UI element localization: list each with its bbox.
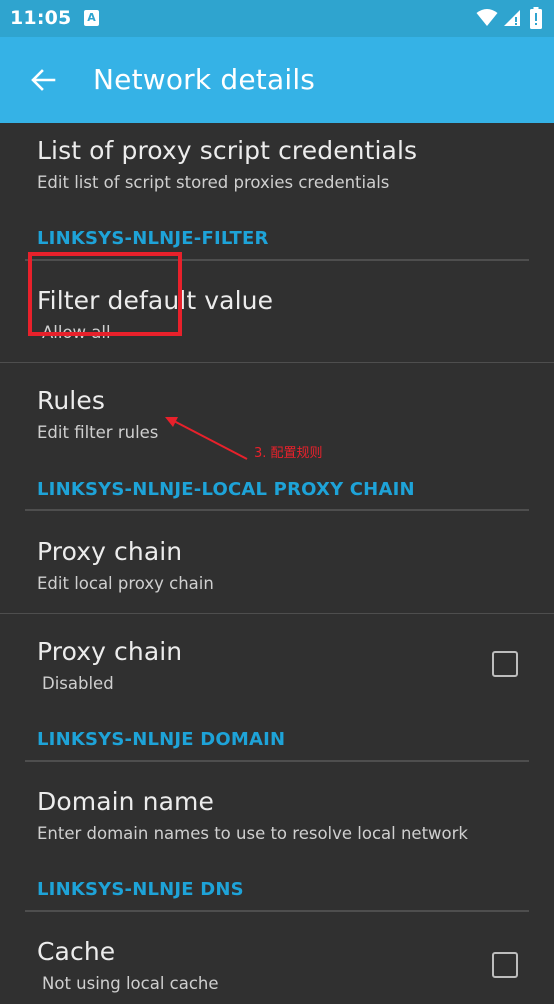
category-divider [25, 509, 529, 511]
pref-summary: Edit filter rules [37, 423, 159, 442]
status-bar: 11:05 A [0, 0, 554, 37]
annotation-label: 3. 配置规则 [254, 446, 323, 461]
proxy-chain-checkbox[interactable] [492, 651, 518, 677]
back-button[interactable] [24, 61, 62, 99]
pref-proxy-chain-edit[interactable]: Proxy chain Edit local proxy chain [0, 513, 554, 613]
category-domain: LINKSYS-NLNJE DOMAIN [37, 729, 286, 750]
signal-icon [504, 10, 520, 26]
category-local-proxy-chain: LINKSYS-NLNJE-LOCAL PROXY CHAIN [37, 479, 415, 500]
pref-summary: Enter domain names to use to resolve loc… [37, 824, 468, 843]
app-bar: Network details [0, 37, 554, 123]
page-title: Network details [93, 63, 316, 96]
category-divider [25, 760, 529, 762]
category-dns: LINKSYS-NLNJE DNS [37, 879, 244, 900]
category-divider [25, 910, 529, 912]
pref-cache[interactable]: Cache Not using local cache [0, 914, 554, 1004]
category-filter: LINKSYS-NLNJE-FILTER [37, 228, 269, 249]
cache-checkbox[interactable] [492, 952, 518, 978]
pref-title: Rules [37, 386, 105, 415]
wifi-icon [476, 9, 498, 26]
pref-summary: Edit local proxy chain [37, 574, 214, 593]
pref-summary: Edit list of script stored proxies crede… [37, 173, 390, 192]
pref-title: Proxy chain [37, 537, 183, 566]
pref-domain-name[interactable]: Domain name Enter domain names to use to… [0, 764, 554, 854]
pref-title: Proxy chain [37, 637, 183, 666]
pref-summary: Disabled [42, 674, 114, 693]
pref-proxy-chain-toggle[interactable]: Proxy chain Disabled [0, 614, 554, 710]
pref-title: List of proxy script credentials [37, 136, 418, 165]
arrow-back-icon [31, 69, 56, 91]
status-time: 11:05 [10, 7, 72, 29]
battery-icon [530, 7, 542, 29]
notification-icon: A [84, 10, 99, 26]
pref-proxy-credentials[interactable]: List of proxy script credentials Edit li… [0, 123, 554, 205]
annotation-highlight-box [28, 252, 182, 336]
pref-title: Domain name [37, 787, 214, 816]
pref-title: Cache [37, 937, 116, 966]
